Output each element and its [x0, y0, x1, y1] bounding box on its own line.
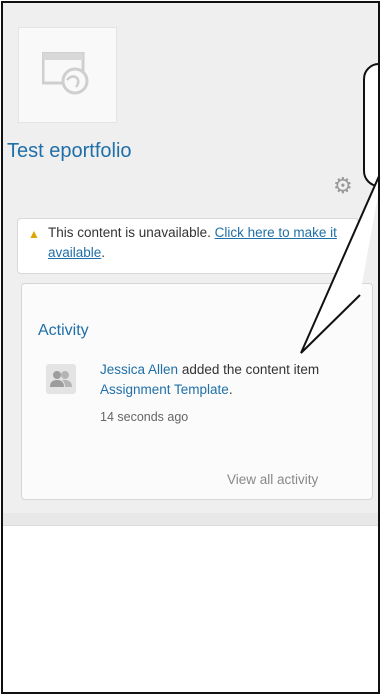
callout-pointer [300, 175, 378, 354]
screenshot-frame: Test eportfolio ⚙ ▲ This content is unav… [1, 1, 380, 694]
